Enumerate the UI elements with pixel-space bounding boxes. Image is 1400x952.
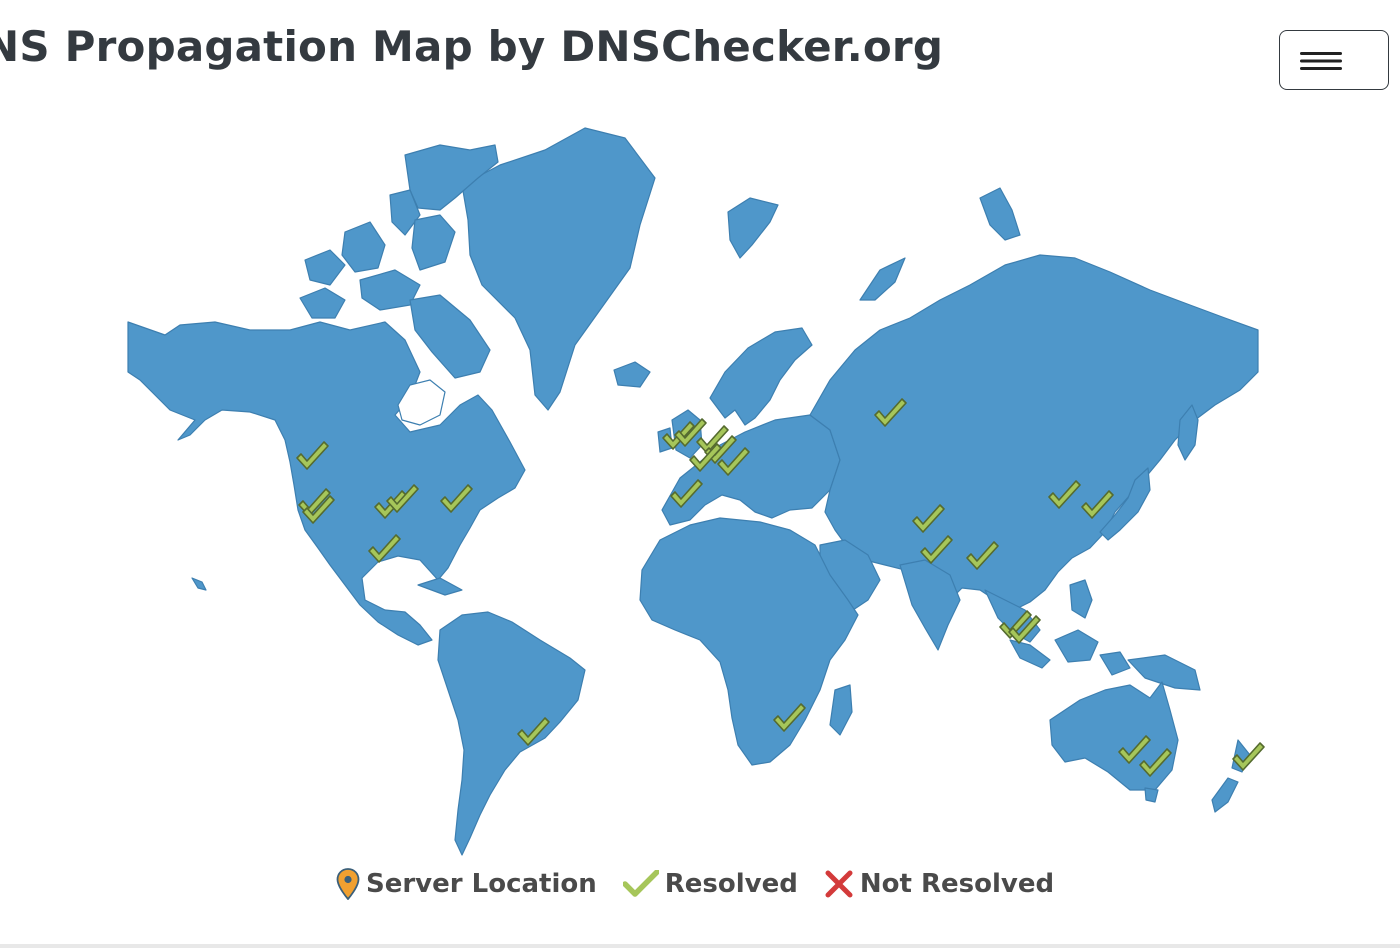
svalbard (727, 197, 779, 259)
legend-not-resolved-label: Not Resolved (859, 869, 1055, 899)
cross-icon (825, 870, 853, 898)
divider (0, 944, 1400, 948)
madagascar (829, 684, 853, 736)
philippines (1069, 579, 1093, 619)
iceland (613, 361, 651, 388)
legend-not-resolved: Not Resolved (824, 869, 1054, 899)
australia (1049, 681, 1179, 791)
world-map[interactable] (0, 0, 1400, 948)
hawaii (191, 577, 207, 591)
new-guinea (1127, 654, 1201, 691)
legend-server-location-label: Server Location (366, 869, 597, 899)
tasmania (1144, 787, 1159, 803)
new-zealand-south (1211, 777, 1239, 813)
arctic-island-7 (304, 249, 346, 286)
cuba (417, 577, 463, 596)
arctic-island-4 (341, 221, 386, 273)
legend-resolved-label: Resolved (664, 869, 798, 899)
arctic-island-6 (409, 294, 491, 379)
arctic-island-8 (299, 287, 346, 319)
severnaya-zemlya (979, 187, 1021, 241)
checkmark-icon (622, 870, 659, 897)
scandinavia (709, 327, 813, 426)
map-pin-icon (336, 868, 360, 900)
arctic-island-3 (411, 214, 456, 271)
legend-server-location: Server Location (336, 868, 597, 900)
legend-resolved: Resolved (622, 869, 798, 899)
indonesia-2 (1054, 629, 1099, 663)
world-map-svg (127, 127, 1265, 856)
indonesia-1 (1009, 639, 1051, 669)
south-america (437, 611, 586, 856)
map-legend: Server Location Resolved Not Resolved (336, 868, 1080, 900)
novaya-zemlya (859, 257, 906, 301)
indonesia-3 (1099, 651, 1131, 676)
